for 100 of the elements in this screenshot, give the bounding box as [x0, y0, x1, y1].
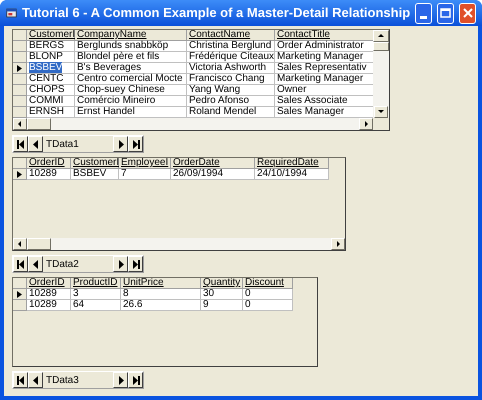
table-cell: BERGS — [27, 41, 75, 52]
table-cell: Marketing Manager — [275, 74, 373, 85]
navigator-caption: TData1 — [45, 138, 80, 152]
scroll-up-button[interactable] — [373, 30, 389, 42]
column-header[interactable]: RequiredDate — [255, 158, 329, 169]
current-row-icon — [17, 170, 22, 178]
row-indicator[interactable] — [13, 169, 27, 180]
table-cell: 10289 — [27, 289, 71, 300]
scroll-right-button[interactable] — [331, 238, 345, 250]
column-header[interactable]: OrderID — [27, 278, 71, 289]
table-cell: Centro comercial Mocte — [75, 74, 187, 85]
last-icon — [132, 376, 140, 384]
last-record-button[interactable] — [128, 256, 143, 272]
last-record-button[interactable] — [128, 372, 143, 388]
previous-record-button[interactable] — [28, 136, 43, 152]
first-record-button[interactable] — [13, 372, 28, 388]
previous-record-button[interactable] — [28, 372, 43, 388]
scroll-down-button[interactable] — [374, 106, 388, 118]
scroll-thumb[interactable] — [373, 42, 389, 51]
data-grid[interactable]: OrderID ProductID UnitPrice Quantity Discount 10289 3 8 30 0 10289 64 26.6 9 0 — [12, 277, 318, 367]
table-cell: Comércio Mineiro — [75, 96, 187, 107]
scroll-thumb[interactable] — [27, 118, 51, 130]
scroll-left-button[interactable] — [13, 118, 27, 130]
table-cell: Sales Representativ — [275, 63, 373, 74]
column-header[interactable]: CustomerI — [71, 158, 119, 169]
column-header[interactable]: UnitPrice — [121, 278, 201, 289]
column-header[interactable]: Discount — [243, 278, 293, 289]
next-icon — [116, 140, 124, 148]
up-arrow-icon — [377, 32, 385, 40]
table-cell: ERNSH — [27, 107, 75, 118]
table-cell: BSBEV — [27, 63, 75, 74]
table-cell: Blondel père et fils — [75, 52, 187, 63]
navigator-caption: TData2 — [45, 258, 80, 272]
left-arrow-icon — [16, 120, 24, 128]
horizontal-scrollbar[interactable] — [13, 118, 389, 130]
table-cell: Victoria Ashworth — [187, 63, 275, 74]
previous-record-button[interactable] — [28, 256, 43, 272]
table-cell: 9 — [201, 300, 243, 311]
minimize-icon — [420, 16, 428, 18]
minimize-button[interactable] — [415, 2, 432, 24]
last-record-button[interactable] — [128, 136, 143, 152]
column-header[interactable]: CustomerI — [27, 30, 75, 41]
previous-icon — [32, 376, 40, 384]
table-cell: Yang Wang — [187, 85, 275, 96]
maximize-button[interactable] — [437, 2, 454, 24]
table-cell: 26.6 — [121, 300, 201, 311]
current-row-icon — [17, 64, 22, 72]
table-cell: 24/10/1994 — [255, 169, 329, 180]
next-record-button[interactable] — [113, 256, 128, 272]
table-cell: BSBEV — [71, 169, 119, 180]
header-corner — [13, 278, 27, 289]
column-header[interactable]: ContactTitle — [275, 30, 373, 41]
row-indicator[interactable] — [13, 63, 27, 74]
table-cell: Ernst Handel — [75, 107, 187, 118]
first-icon — [16, 376, 24, 384]
first-record-button[interactable] — [13, 256, 28, 272]
first-icon — [16, 140, 24, 148]
scroll-left-button[interactable] — [13, 238, 27, 250]
next-icon — [116, 376, 124, 384]
table-cell: B's Beverages — [75, 63, 187, 74]
data-grid[interactable]: OrderID CustomerI EmployeeI OrderDate RequiredDate 10289 BSBEV 7 26/09/1994 24/10/1994 — [12, 157, 346, 251]
column-header[interactable]: EmployeeI — [119, 158, 171, 169]
table-cell: Berglunds snabbköp — [75, 41, 187, 52]
horizontal-scrollbar[interactable] — [13, 238, 345, 250]
column-header[interactable]: CompanyName — [75, 30, 187, 41]
left-arrow-icon — [16, 240, 24, 248]
table-cell: 0 — [243, 300, 293, 311]
table-cell: 64 — [71, 300, 121, 311]
navigator-caption: TData3 — [45, 374, 80, 388]
row-indicator[interactable] — [13, 289, 27, 300]
table-cell: 8 — [121, 289, 201, 300]
last-icon — [132, 260, 140, 268]
column-header[interactable]: ProductID — [71, 278, 121, 289]
scroll-right-button[interactable] — [359, 118, 373, 130]
table-cell: CHOPS — [27, 85, 75, 96]
right-arrow-icon — [362, 120, 370, 128]
table-cell: 3 — [71, 289, 121, 300]
down-arrow-icon — [377, 108, 385, 116]
next-record-button[interactable] — [113, 372, 128, 388]
table-cell: Chop-suey Chinese — [75, 85, 187, 96]
previous-icon — [32, 260, 40, 268]
table-cell: 0 — [243, 289, 293, 300]
table-cell: Order Administrator — [275, 41, 373, 52]
header-corner — [13, 158, 27, 169]
next-record-button[interactable] — [113, 136, 128, 152]
table-cell: Sales Manager — [275, 107, 373, 118]
column-header[interactable]: ContactName — [187, 30, 275, 41]
table-cell: 30 — [201, 289, 243, 300]
first-record-button[interactable] — [13, 136, 28, 152]
table-cell: Sales Associate — [275, 96, 373, 107]
close-button[interactable] — [459, 2, 476, 24]
vertical-scrollbar[interactable] — [373, 30, 389, 118]
scroll-thumb[interactable] — [27, 238, 51, 250]
table-cell: 7 — [119, 169, 171, 180]
column-header[interactable]: OrderDate — [171, 158, 255, 169]
scrollbar-corner — [373, 118, 389, 130]
data-grid[interactable] — [12, 29, 390, 131]
column-header[interactable]: Quantity — [201, 278, 243, 289]
column-header[interactable]: OrderID — [27, 158, 71, 169]
table-cell: 26/09/1994 — [171, 169, 255, 180]
